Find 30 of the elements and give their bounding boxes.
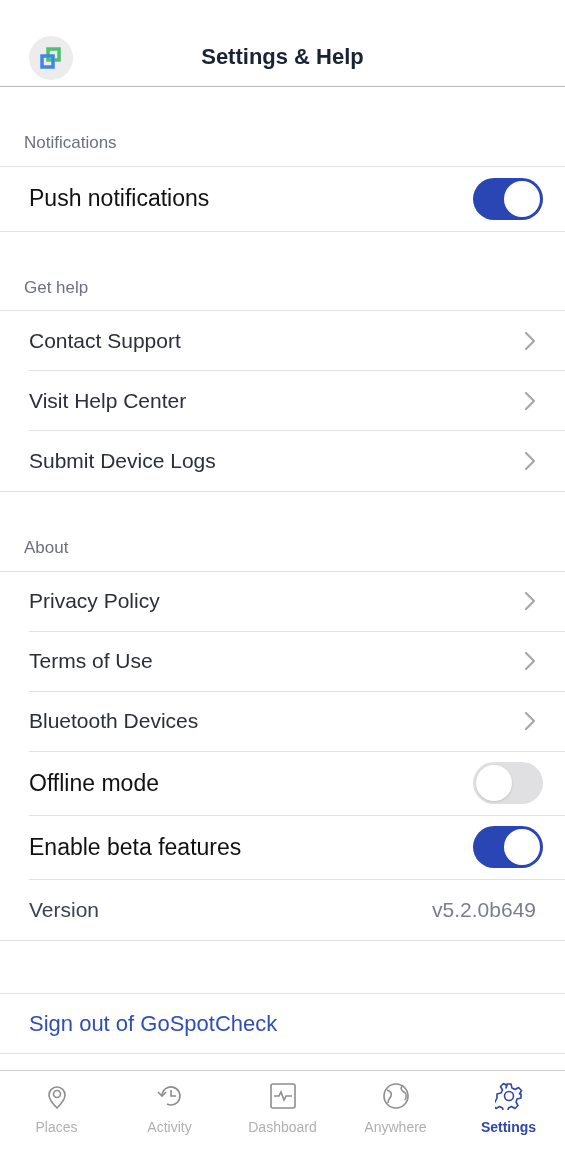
settings-row[interactable]: Bluetooth Devices: [29, 691, 565, 752]
app-logo-icon[interactable]: [29, 36, 73, 80]
toggle-switch[interactable]: [473, 826, 543, 868]
version-value: v5.2.0b649: [432, 896, 537, 923]
pulse-icon: [268, 1082, 297, 1110]
settings-row[interactable]: Visit Help Center: [29, 371, 565, 431]
settings-row[interactable]: Privacy Policy: [29, 571, 565, 632]
settings-row[interactable]: Submit Device Logs: [29, 431, 565, 491]
settings-icon: [494, 1082, 523, 1110]
toggle-switch[interactable]: [473, 177, 543, 220]
chevron-icon: [524, 711, 536, 731]
settings-row[interactable]: Contact Support: [29, 311, 565, 371]
chevron-icon: [524, 651, 536, 671]
settings-row[interactable]: Terms of Use: [29, 631, 565, 692]
globe-icon: [381, 1082, 410, 1110]
setting-label: Push notifications: [29, 184, 210, 214]
setting-label: Offline mode: [29, 768, 159, 798]
chevron-icon: [524, 330, 536, 351]
sign-out-link[interactable]: Sign out of GoSpotCheck: [29, 1006, 278, 1040]
chevron-icon: [524, 390, 536, 411]
section-header: Notifications: [24, 133, 117, 152]
toggle-switch[interactable]: [473, 762, 543, 804]
tab-bar-item[interactable]: Settings: [452, 1071, 565, 1150]
setting-label: Version: [29, 896, 100, 923]
section-header: Get help: [24, 277, 89, 297]
chevron-icon: [524, 451, 536, 471]
setting-label: Enable beta features: [29, 832, 242, 862]
screen-title: Settings & Help: [201, 42, 364, 71]
section-header: About: [24, 538, 69, 557]
chevron-icon: [524, 591, 536, 611]
